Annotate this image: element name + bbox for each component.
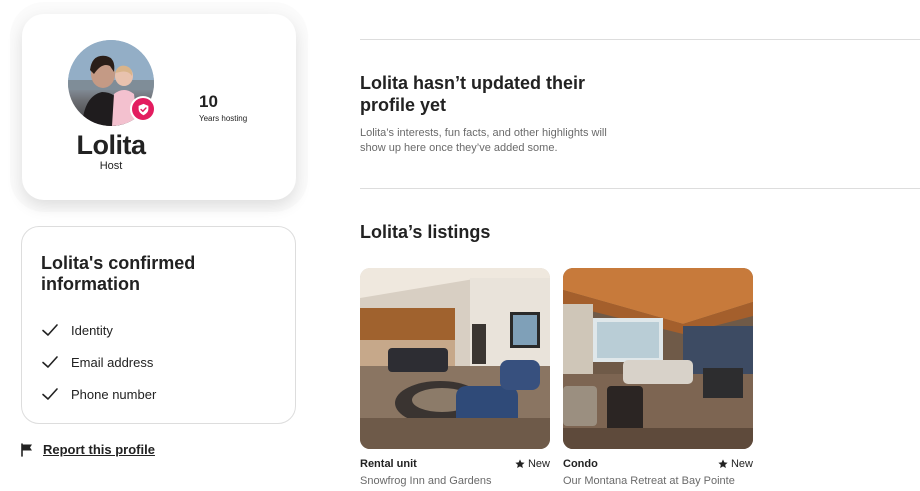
flag-icon: [21, 442, 32, 457]
confirmed-item-label: Phone number: [71, 386, 157, 402]
host-name: Lolita: [76, 130, 147, 160]
star-icon: [515, 459, 525, 469]
confirmed-item-phone: Phone number: [41, 384, 156, 404]
listing-info-row: Condo New: [563, 458, 753, 474]
confirmed-item-label: Email address: [71, 354, 154, 370]
listings-title: Lolita’s listings: [360, 222, 491, 242]
avatar-wrap: [68, 40, 156, 126]
listing-photo-image: [563, 268, 753, 449]
confirmed-info-card: Lolita's confirmed information Identity …: [21, 226, 296, 424]
years-hosting-value: 10: [199, 92, 218, 111]
listing-name: Our Montana Retreat at Bay Pointe: [563, 475, 735, 487]
confirmed-item-email: Email address: [41, 352, 153, 372]
listing-rating: New: [718, 458, 753, 470]
listing-rating: New: [515, 458, 550, 470]
listing-type: Condo: [563, 458, 598, 470]
check-icon: [42, 324, 58, 336]
listing-card[interactable]: Condo New Our Montana Retreat at Bay Poi…: [563, 268, 753, 487]
listing-photo[interactable]: [360, 268, 550, 449]
confirmed-info-title: Lolita's confirmed information: [41, 253, 196, 294]
shield-check-icon: [138, 103, 148, 115]
years-hosting-label: Years hosting: [199, 114, 248, 123]
divider: [360, 39, 920, 40]
confirmed-item-label: Identity: [71, 322, 113, 338]
check-icon: [42, 356, 58, 368]
listing-type: Rental unit: [360, 458, 417, 470]
profile-card: Lolita Host 10 Years hosting: [22, 14, 296, 200]
confirmed-item-identity: Identity: [41, 320, 113, 340]
divider: [360, 188, 920, 189]
listing-rating-label: New: [527, 458, 550, 470]
listing-rating-label: New: [730, 458, 753, 470]
report-profile-link[interactable]: Report this profile: [20, 442, 155, 457]
listing-info-row: Rental unit New: [360, 458, 550, 474]
listing-name: Snowfrog Inn and Gardens: [360, 475, 492, 487]
verified-badge: [130, 96, 156, 122]
check-icon: [42, 388, 58, 400]
star-icon: [718, 459, 728, 469]
listing-photo-image: [360, 268, 550, 449]
empty-profile-title: Lolita hasn’t updated their profile yet: [360, 73, 586, 115]
listing-card[interactable]: Rental unit New Snowfrog Inn and Gardens: [360, 268, 550, 487]
host-role: Host: [99, 160, 123, 172]
empty-profile-description: Lolita’s interests, fun facts, and other…: [360, 127, 607, 154]
report-profile-label[interactable]: Report this profile: [43, 442, 155, 457]
listing-photo[interactable]: [563, 268, 753, 449]
